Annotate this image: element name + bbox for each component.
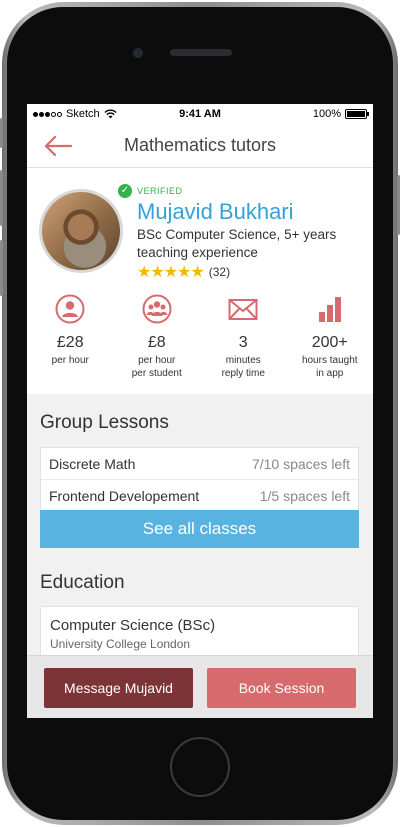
education-degree: Computer Science (BSc)	[50, 617, 216, 634]
group-icon	[142, 294, 172, 324]
lesson-spaces-left: 7/10 spaces left	[251, 455, 350, 472]
lesson-name: Frontend Developement	[49, 487, 200, 504]
verified-label: VERIFIED	[137, 186, 183, 196]
volume-up-button	[0, 170, 3, 226]
status-bar: Sketch 9:41 AM 100%	[27, 104, 373, 124]
message-tutor-button[interactable]: Message Mujavid	[44, 668, 193, 708]
lesson-item[interactable]: Discrete Math 7/10 spaces left	[41, 448, 358, 480]
stat-hourly-rate: £28 per hour	[27, 294, 114, 392]
stat-label: per hour	[51, 355, 89, 366]
volume-down-button	[0, 240, 3, 296]
lesson-name: Discrete Math	[49, 455, 136, 472]
envelope-icon	[228, 299, 258, 320]
stat-value: 200+	[311, 334, 348, 351]
action-bar: Message Mujavid Book Session	[27, 655, 373, 718]
group-lessons-heading: Group Lessons	[40, 412, 169, 433]
education-heading: Education	[40, 572, 125, 593]
battery-icon	[345, 109, 369, 119]
mute-switch	[0, 118, 3, 148]
group-lessons-list: Discrete Math 7/10 spaces left Frontend …	[40, 447, 359, 513]
tutor-rating[interactable]: ★★★★★ (32)	[137, 262, 230, 282]
stat-label: hours taught in app	[301, 355, 358, 379]
front-camera	[133, 48, 143, 58]
checkmark-icon: ✓	[118, 184, 132, 198]
user-icon	[55, 294, 85, 324]
book-session-button[interactable]: Book Session	[207, 668, 356, 708]
battery-info: 100%	[312, 108, 369, 120]
app-screen: Sketch 9:41 AM 100% Mathematics tutors ✓…	[27, 104, 373, 718]
stat-label: per hour per student	[131, 355, 182, 379]
see-all-classes-button[interactable]: See all classes	[40, 510, 359, 548]
stat-value: £8	[147, 334, 166, 351]
stat-value: 3	[238, 334, 248, 351]
navigation-bar: Mathematics tutors	[27, 124, 373, 168]
page-title: Mathematics tutors	[123, 135, 277, 155]
star-rating-icon: ★★★★★	[137, 264, 205, 281]
tutor-profile-header: ✓ VERIFIED Mujavid Bukhari BSc Computer …	[27, 169, 373, 284]
stat-hours-taught: 200+ hours taught in app	[287, 294, 374, 392]
lesson-item[interactable]: Frontend Developement 1/5 spaces left	[41, 480, 358, 512]
tutor-description: BSc Computer Science, 5+ years teaching …	[137, 227, 337, 260]
bar-chart-icon	[318, 297, 341, 322]
stat-reply-time: 3 minutes reply time	[200, 294, 287, 392]
tutor-name: Mujavid Bukhari	[137, 199, 294, 224]
stat-label: minutes reply time	[221, 355, 265, 379]
lesson-spaces-left: 1/5 spaces left	[259, 487, 350, 504]
stat-value: £28	[56, 334, 84, 351]
earpiece-speaker	[170, 49, 232, 56]
verified-badge: ✓ VERIFIED	[118, 184, 183, 198]
battery-percent: 100%	[312, 108, 341, 120]
tutor-stats: £28 per hour £8 per hour per student 3 mi…	[27, 294, 373, 392]
review-count: (32)	[208, 265, 231, 279]
home-button[interactable]	[170, 737, 230, 797]
education-school: University College London	[50, 637, 191, 651]
tutor-avatar[interactable]	[39, 189, 123, 273]
stat-group-rate: £8 per hour per student	[114, 294, 201, 392]
